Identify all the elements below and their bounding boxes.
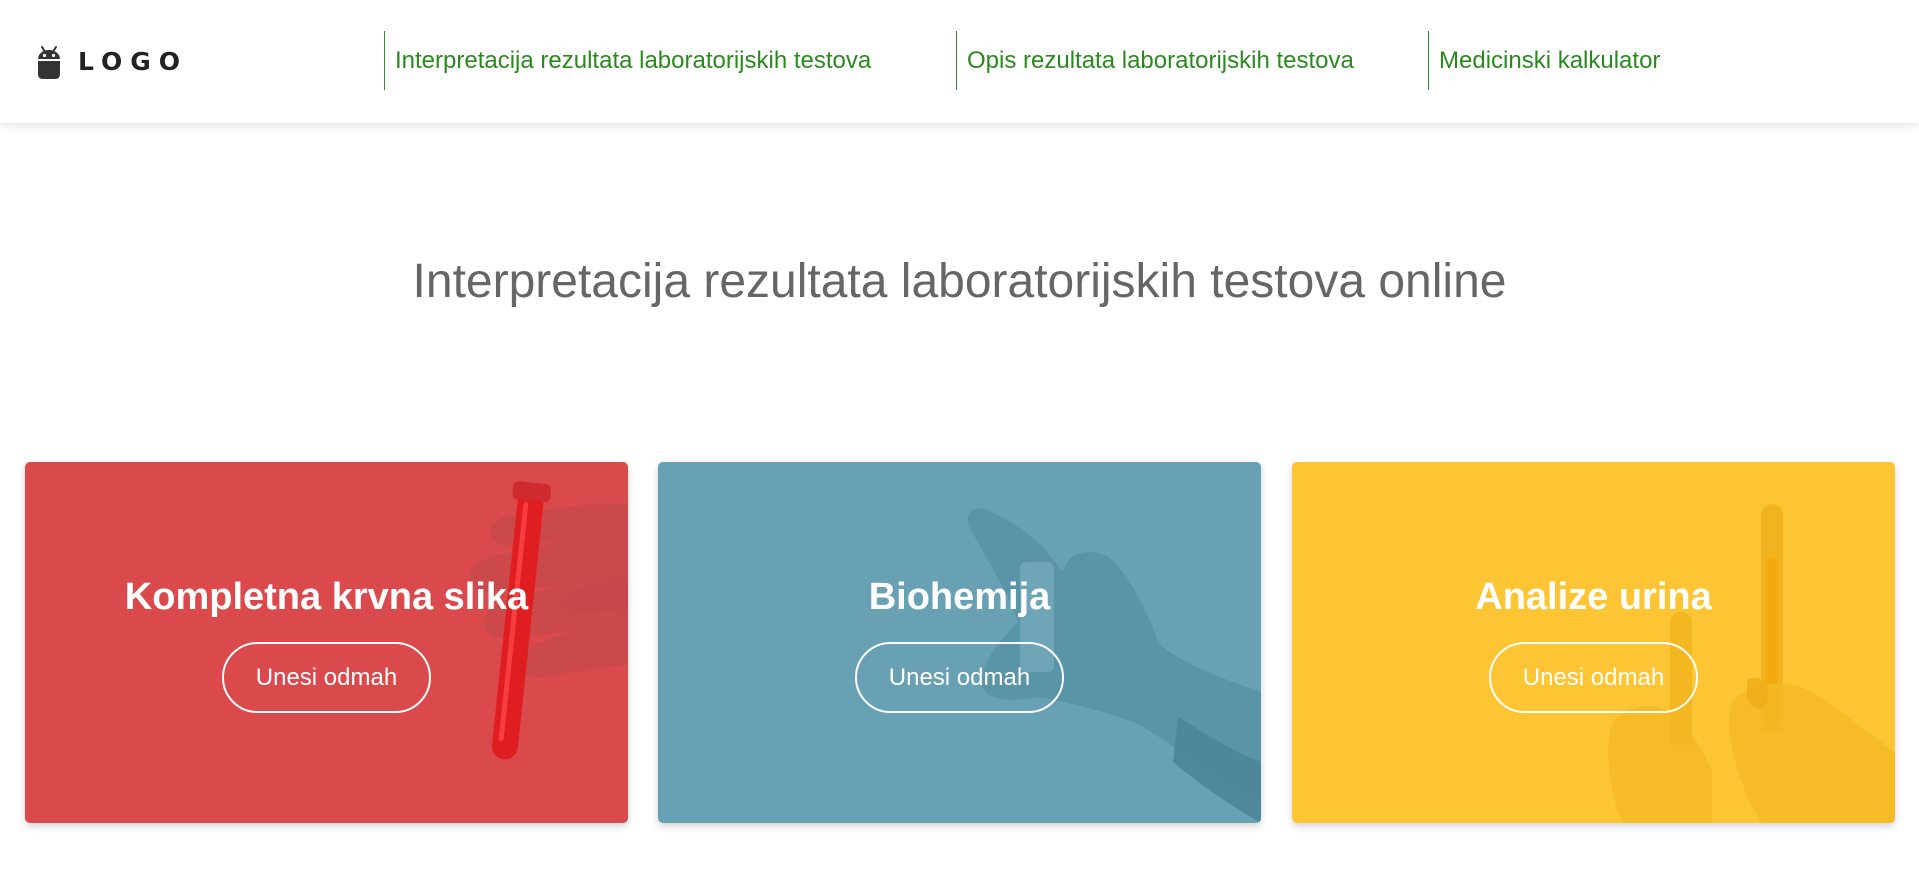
card-title: Kompletna krvna slika bbox=[124, 576, 529, 618]
nav-link-interpretacija[interactable]: Interpretacija rezultata laboratorijskih… bbox=[384, 31, 871, 90]
nav-link-kalkulator[interactable]: Medicinski kalkulator bbox=[1428, 31, 1660, 90]
card-kompletna-krvna-slika[interactable]: Kompletna krvna slika Unesi odmah bbox=[25, 462, 628, 823]
unesi-odmah-button[interactable]: Unesi odmah bbox=[855, 642, 1064, 713]
card-content: Analize urina Unesi odmah bbox=[1292, 462, 1895, 823]
card-title: Analize urina bbox=[1475, 576, 1712, 618]
card-content: Kompletna krvna slika Unesi odmah bbox=[25, 462, 628, 823]
android-icon bbox=[38, 46, 60, 79]
unesi-odmah-button[interactable]: Unesi odmah bbox=[1489, 642, 1698, 713]
card-biohemija[interactable]: Biohemija Unesi odmah bbox=[658, 462, 1261, 823]
unesi-odmah-button[interactable]: Unesi odmah bbox=[222, 642, 431, 713]
logo-text: LOGO bbox=[78, 46, 189, 76]
page-title: Interpretacija rezultata laboratorijskih… bbox=[412, 255, 1507, 308]
card-analize-urina[interactable]: Analize urina Unesi odmah bbox=[1292, 462, 1895, 823]
logo-link[interactable]: LOGO bbox=[36, 42, 188, 80]
site-header: LOGO Interpretacija rezultata laboratori… bbox=[0, 0, 1919, 123]
card-content: Biohemija Unesi odmah bbox=[658, 462, 1261, 823]
card-title: Biohemija bbox=[868, 576, 1051, 618]
nav-link-opis[interactable]: Opis rezultata laboratorijskih testova bbox=[956, 31, 1354, 90]
